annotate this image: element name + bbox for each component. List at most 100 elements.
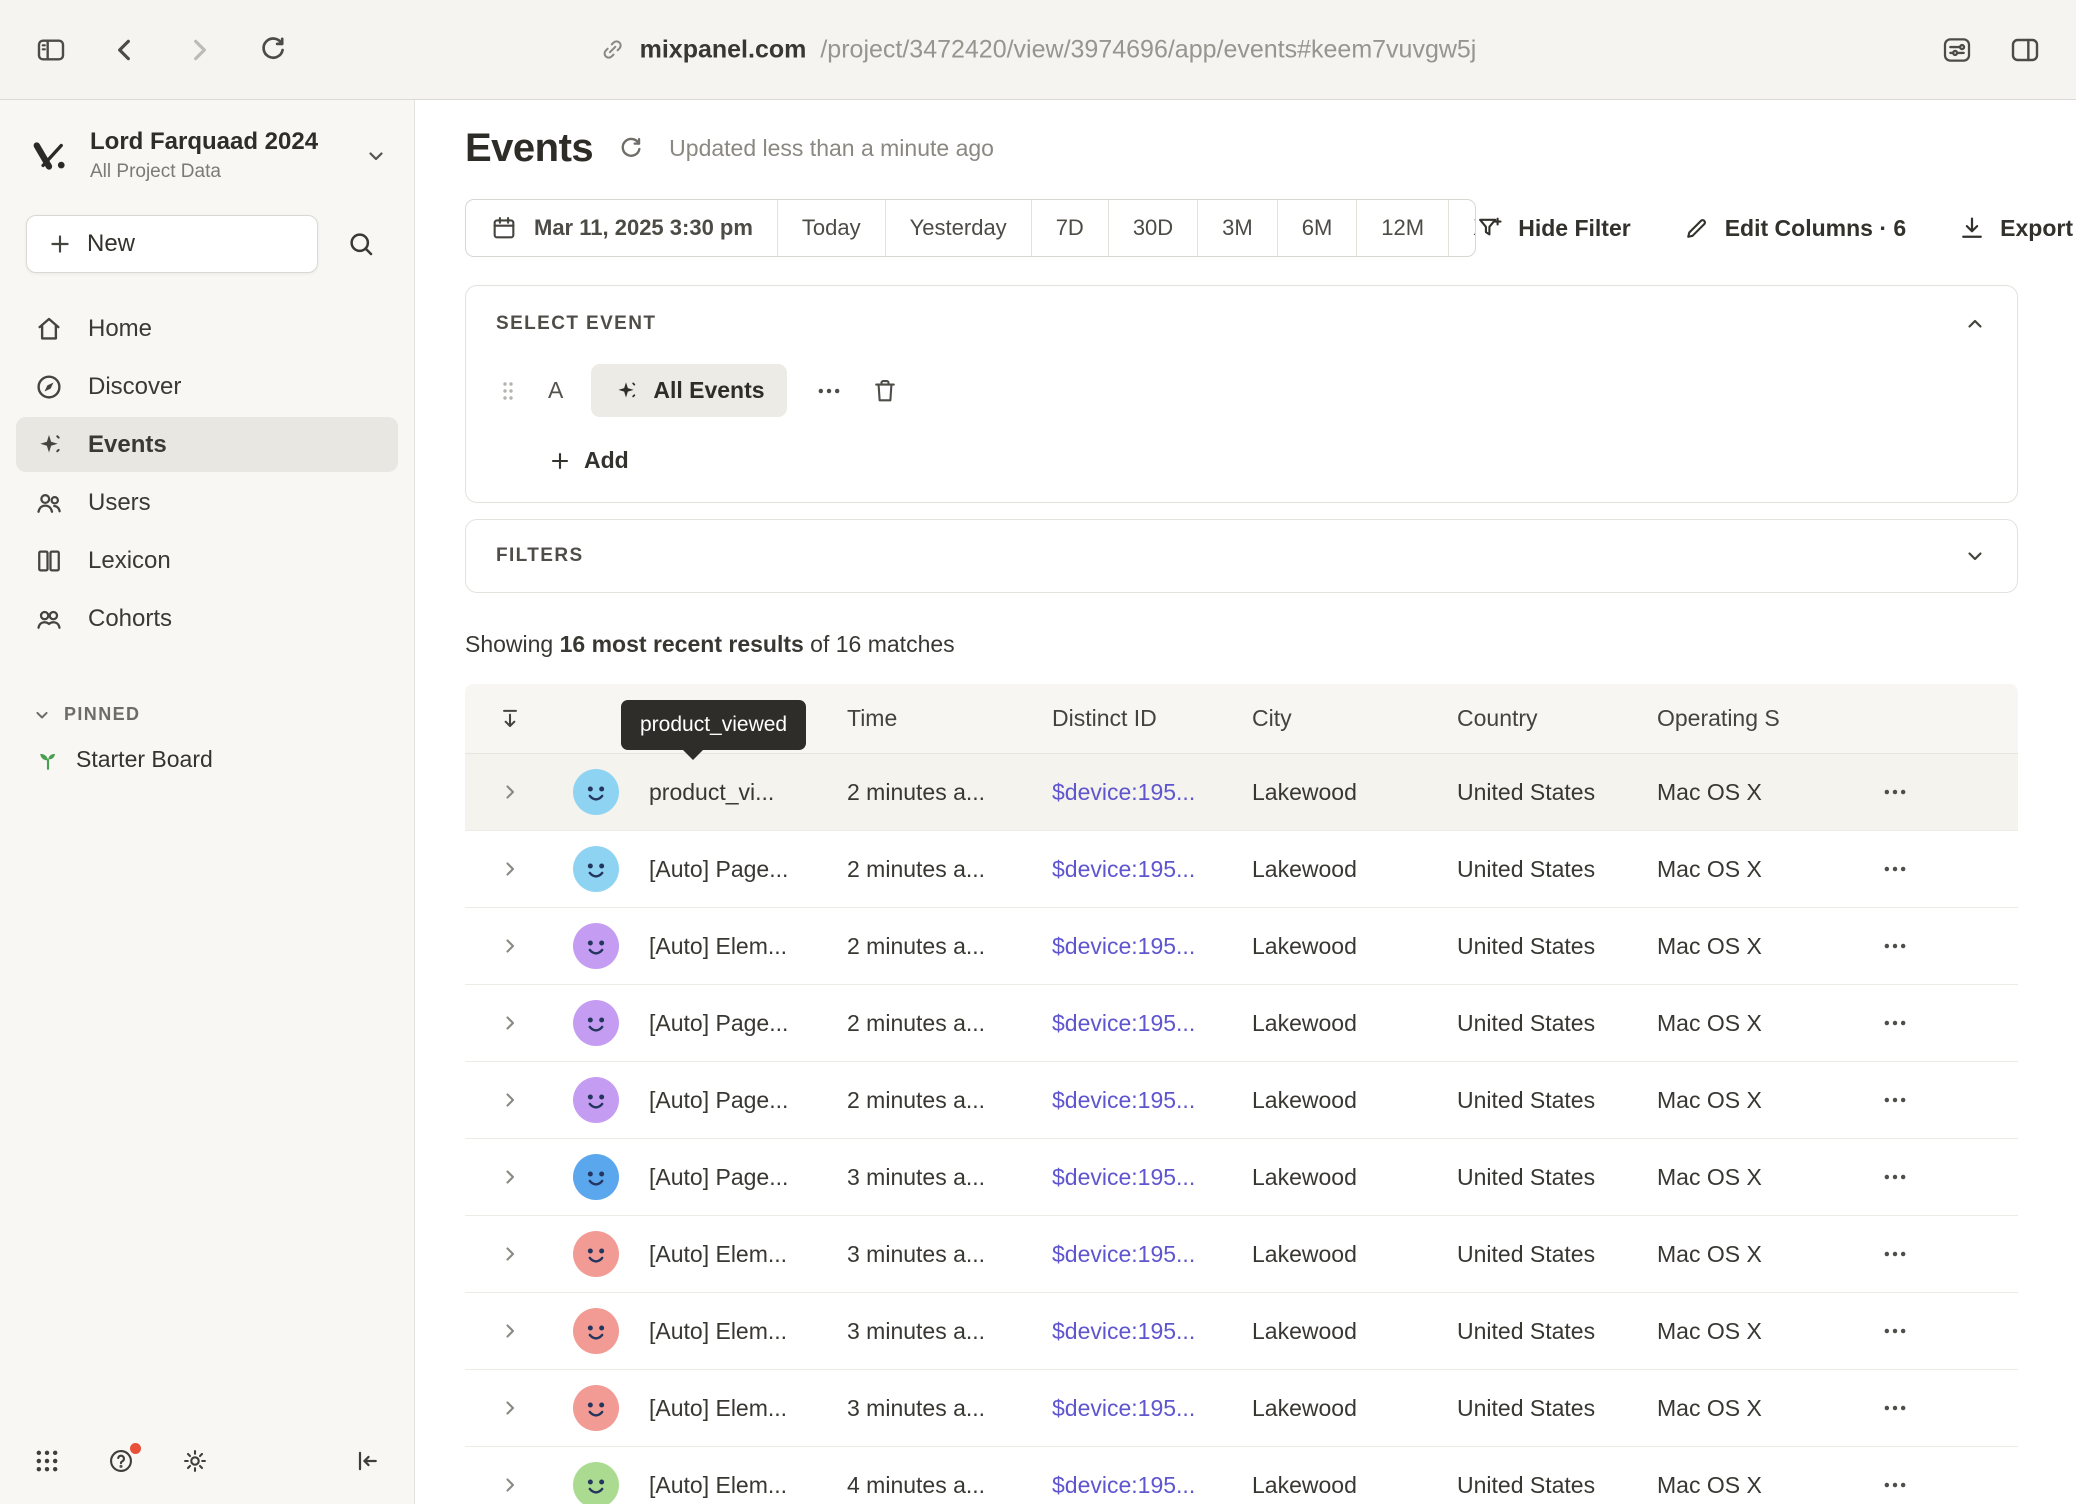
table-row[interactable]: [Auto] Page... 2 minutes a... $device:19… (465, 831, 2018, 908)
event-options-button[interactable] (815, 377, 843, 405)
table-row[interactable]: [Auto] Elem... 3 minutes a... $device:19… (465, 1216, 2018, 1293)
refresh-icon[interactable] (617, 135, 645, 163)
range-yesterday[interactable]: Yesterday (885, 200, 1031, 256)
sidebar-item-lexicon[interactable]: Lexicon (16, 533, 398, 588)
edit-columns-label: Edit Columns · 6 (1725, 215, 1906, 242)
expand-row-icon[interactable] (498, 1319, 522, 1343)
chevron-up-icon[interactable] (1963, 312, 1987, 336)
book-icon (34, 546, 64, 576)
new-button-label: New (87, 230, 135, 258)
expand-row-icon[interactable] (498, 1088, 522, 1112)
range-label: 6M (1302, 215, 1333, 241)
table-row[interactable]: [Auto] Page... 2 minutes a... $device:19… (465, 985, 2018, 1062)
main-content: Events Updated less than a minute ago Ma… (415, 100, 2076, 1504)
hide-filter-button[interactable]: Hide Filter (1476, 214, 1630, 242)
range-30d[interactable]: 30D (1108, 200, 1197, 256)
back-icon[interactable] (108, 33, 142, 67)
sidebar-item-starter-board[interactable]: Starter Board (0, 745, 414, 773)
address-bar[interactable]: mixpanel.com/project/3472420/view/397469… (600, 35, 1477, 64)
add-event-button[interactable]: Add (548, 447, 629, 474)
table-row[interactable]: [Auto] Elem... 2 minutes a... $device:19… (465, 908, 2018, 985)
column-header-country[interactable]: Country (1443, 705, 1643, 732)
range-today[interactable]: Today (777, 200, 885, 256)
distinct-id-link[interactable]: $device:195... (1038, 779, 1238, 806)
pinned-section-header[interactable]: PINNED (0, 704, 414, 725)
row-actions-button[interactable] (1881, 778, 1909, 806)
gear-icon[interactable] (180, 1446, 210, 1476)
chevron-down-icon[interactable] (1963, 544, 1987, 568)
table-row[interactable]: [Auto] Elem... 3 minutes a... $device:19… (465, 1293, 2018, 1370)
range-3m[interactable]: 3M (1197, 200, 1277, 256)
range-7d[interactable]: 7D (1031, 200, 1108, 256)
page-title: Events (465, 126, 593, 171)
event-name-cell: product_vi... (635, 779, 833, 806)
distinct-id-link[interactable]: $device:195... (1038, 1241, 1238, 1268)
expand-row-icon[interactable] (498, 934, 522, 958)
column-header-distinct-id[interactable]: Distinct ID (1038, 705, 1238, 732)
table-row[interactable]: [Auto] Page... 2 minutes a... $device:19… (465, 1062, 2018, 1139)
row-actions-button[interactable] (1881, 1163, 1909, 1191)
range-xtd-dropdown[interactable]: XTD (1448, 200, 1476, 256)
column-header-os[interactable]: Operating S (1643, 705, 1853, 732)
expand-row-icon[interactable] (498, 857, 522, 881)
row-actions-button[interactable] (1881, 1240, 1909, 1268)
sidebar-item-discover[interactable]: Discover (16, 359, 398, 414)
sidebar-item-events[interactable]: Events (16, 417, 398, 472)
row-actions-button[interactable] (1881, 1086, 1909, 1114)
row-actions-button[interactable] (1881, 1009, 1909, 1037)
ellipsis-icon (1881, 1009, 1909, 1037)
expand-row-icon[interactable] (498, 1011, 522, 1035)
table-row[interactable]: [Auto] Elem... 4 minutes a... $device:19… (465, 1447, 2018, 1504)
distinct-id-link[interactable]: $device:195... (1038, 933, 1238, 960)
column-header-city[interactable]: City (1238, 705, 1443, 732)
sidebar-item-users[interactable]: Users (16, 475, 398, 530)
column-header-time[interactable]: Time (833, 705, 1038, 732)
search-button[interactable] (334, 217, 388, 271)
expand-row-icon[interactable] (498, 780, 522, 804)
row-actions-button[interactable] (1881, 1394, 1909, 1422)
browser-toolbar: mixpanel.com/project/3472420/view/397469… (0, 0, 2076, 100)
export-button[interactable]: Export (1958, 214, 2073, 242)
distinct-id-link[interactable]: $device:195... (1038, 1010, 1238, 1037)
sidebar-item-cohorts[interactable]: Cohorts (16, 591, 398, 646)
distinct-id-link[interactable]: $device:195... (1038, 1472, 1238, 1499)
expand-row-icon[interactable] (498, 1165, 522, 1189)
distinct-id-link[interactable]: $device:195... (1038, 1087, 1238, 1114)
help-icon[interactable] (106, 1446, 136, 1476)
row-actions-button[interactable] (1881, 932, 1909, 960)
expand-row-icon[interactable] (498, 1473, 522, 1497)
range-6m[interactable]: 6M (1277, 200, 1357, 256)
os-cell: Mac OS X (1643, 1318, 1853, 1345)
distinct-id-link[interactable]: $device:195... (1038, 856, 1238, 883)
sidebar-toggle-icon[interactable] (34, 33, 68, 67)
date-picker-button[interactable]: Mar 11, 2025 3:30 pm (466, 200, 777, 256)
project-switcher[interactable]: Lord Farquaad 2024 All Project Data (0, 128, 414, 183)
filters-card[interactable]: FILTERS (465, 519, 2018, 593)
page-settings-icon[interactable] (1940, 33, 1974, 67)
range-12m[interactable]: 12M (1356, 200, 1448, 256)
drag-handle-icon[interactable] (496, 379, 520, 403)
distinct-id-link[interactable]: $device:195... (1038, 1318, 1238, 1345)
sidebar-item-home[interactable]: Home (16, 301, 398, 356)
table-row[interactable]: [Auto] Page... 3 minutes a... $device:19… (465, 1139, 2018, 1216)
distinct-id-link[interactable]: $device:195... (1038, 1395, 1238, 1422)
table-row[interactable]: [Auto] Elem... 3 minutes a... $device:19… (465, 1370, 2018, 1447)
delete-event-button[interactable] (871, 377, 899, 405)
new-button[interactable]: New (26, 215, 318, 273)
reload-icon[interactable] (256, 33, 290, 67)
event-select-button[interactable]: All Events (591, 364, 786, 417)
expand-row-icon[interactable] (498, 1242, 522, 1266)
forward-icon[interactable] (182, 33, 216, 67)
row-actions-button[interactable] (1881, 1317, 1909, 1345)
os-cell: Mac OS X (1643, 1472, 1853, 1499)
row-actions-button[interactable] (1881, 1471, 1909, 1499)
row-actions-button[interactable] (1881, 855, 1909, 883)
split-view-icon[interactable] (2008, 33, 2042, 67)
expand-row-icon[interactable] (498, 1396, 522, 1420)
apps-grid-icon[interactable] (32, 1446, 62, 1476)
city-cell: Lakewood (1238, 1395, 1443, 1422)
collapse-sidebar-icon[interactable] (352, 1446, 382, 1476)
distinct-id-link[interactable]: $device:195... (1038, 1164, 1238, 1191)
collapse-all-button[interactable] (465, 706, 555, 732)
edit-columns-button[interactable]: Edit Columns · 6 (1683, 214, 1906, 242)
